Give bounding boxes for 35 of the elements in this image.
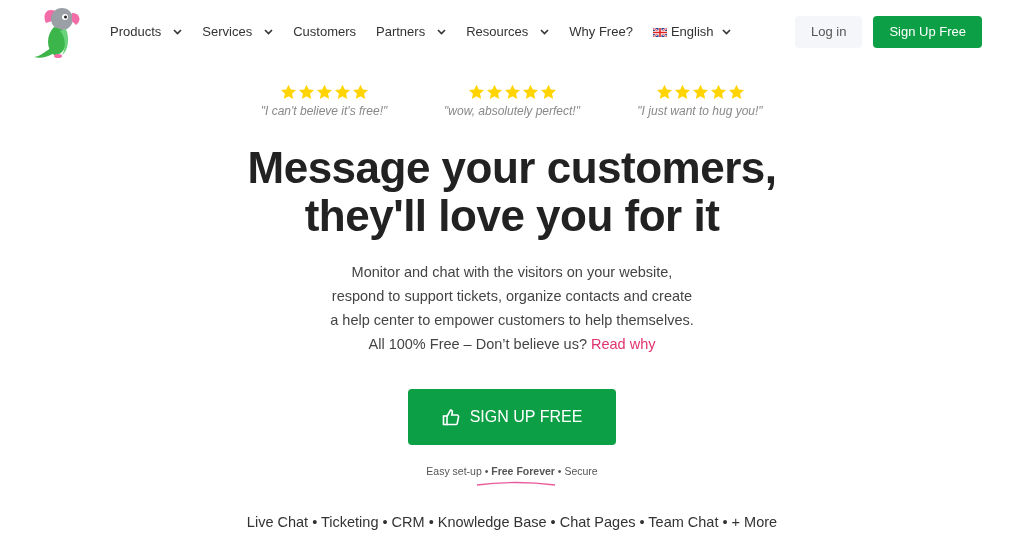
star-icon xyxy=(727,84,745,100)
testimonial-quote: "I can't believe it's free!" xyxy=(260,103,388,120)
star-icon xyxy=(691,84,709,100)
star-icon xyxy=(673,84,691,100)
star-icon xyxy=(503,84,521,100)
star-icon xyxy=(655,84,673,100)
login-button[interactable]: Log in xyxy=(795,16,863,48)
nav-link[interactable]: Customers xyxy=(293,22,357,42)
features-text: Live Chat • Ticketing • CRM • Knowledge Base • Chat Pages • Team Chat • + More xyxy=(245,512,779,532)
nav-link[interactable]: Why Free? xyxy=(569,22,633,42)
read-why-link[interactable]: Read why xyxy=(591,336,656,352)
thumbs-up-icon xyxy=(441,408,460,426)
description-text: Monitor and chat with the visitors on your website, respond to support tickets, organize contacts and create a help center to empower customers to help themselves. All 100% Free – Don’t believe us? Read why xyxy=(329,263,695,354)
star-icon xyxy=(279,84,297,100)
headline: Message your customers, xyxy=(246,144,778,192)
nav-link[interactable]: Services xyxy=(202,22,274,42)
star-icon xyxy=(315,84,333,100)
star-icon xyxy=(485,84,503,100)
nav-link[interactable]: Products xyxy=(110,22,183,42)
nav-link[interactable]: Resources xyxy=(466,22,550,42)
star-icon xyxy=(333,84,351,100)
testimonial-quote: "wow, absolutely perfect!" xyxy=(444,103,580,120)
tagline-text: Easy set-up • Free Forever • Secure xyxy=(426,464,598,479)
star-icon xyxy=(467,84,485,100)
star-icon xyxy=(297,84,315,100)
nav-link[interactable]: English xyxy=(652,22,731,42)
star-icon xyxy=(351,84,369,100)
star-icon xyxy=(539,84,557,100)
headline: they'll love you for it xyxy=(304,192,721,240)
flag-icon xyxy=(652,27,667,37)
underline-swoosh-icon xyxy=(476,479,556,486)
nav-link[interactable]: Partners xyxy=(376,22,447,42)
star-icon xyxy=(709,84,727,100)
star-icon xyxy=(521,84,539,100)
testimonial-quote: "I just want to hug you!" xyxy=(637,103,763,120)
